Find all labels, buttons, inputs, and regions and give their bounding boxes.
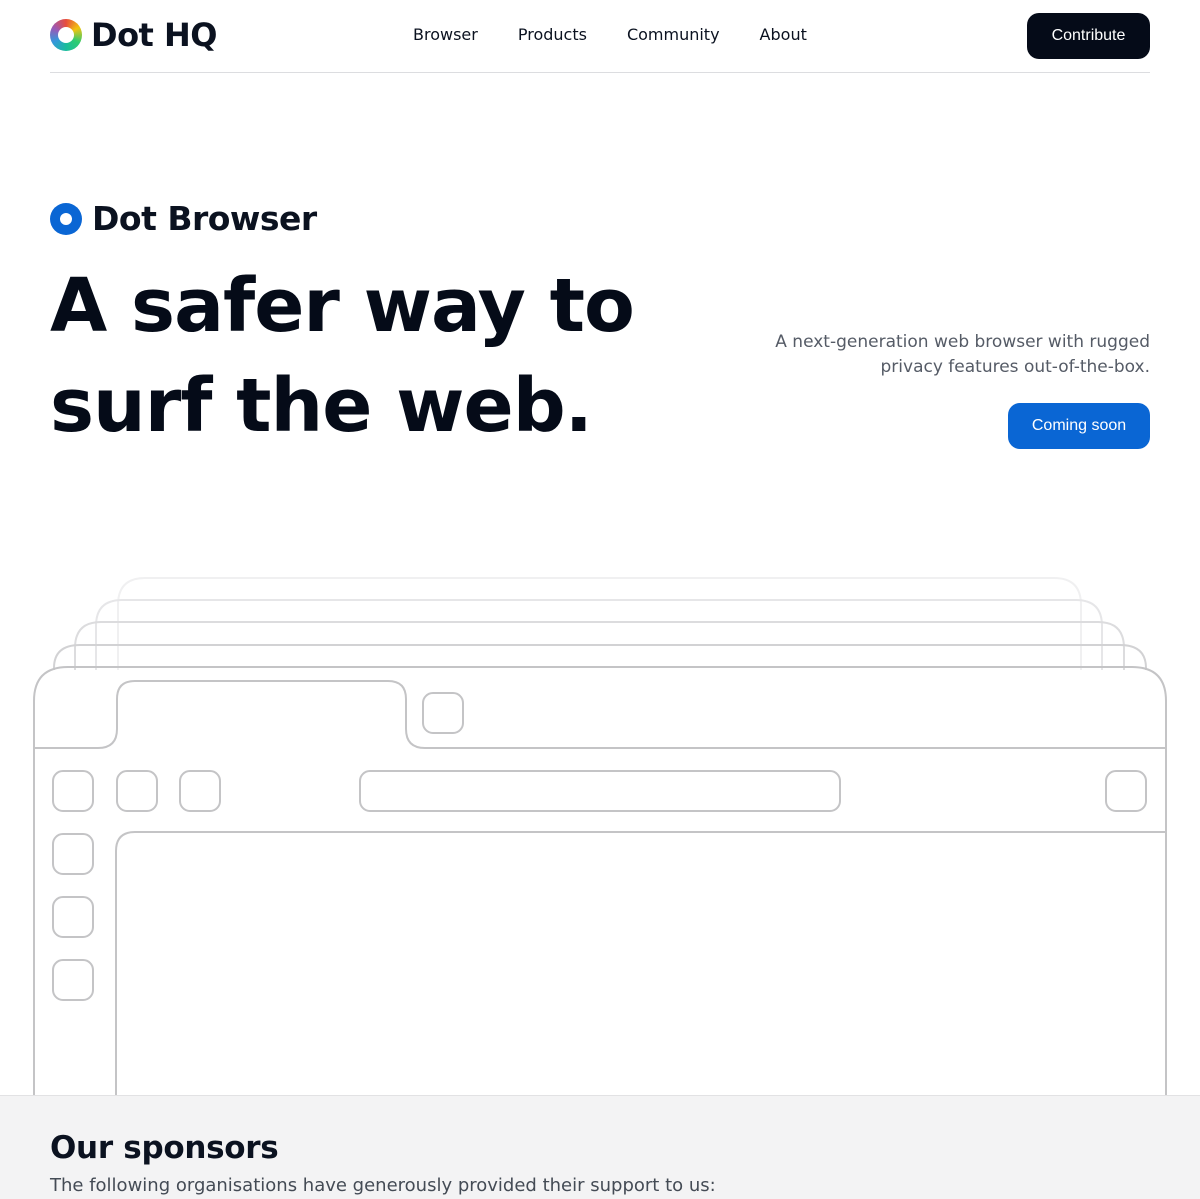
site-logo-text: Dot HQ <box>91 16 217 54</box>
dot-browser-logo-icon <box>50 202 82 235</box>
sponsors-subtitle: The following organisations have generou… <box>50 1175 716 1196</box>
site-header: Dot HQ Browser Products Community About … <box>50 0 1150 73</box>
site-logo[interactable]: Dot HQ <box>50 19 217 51</box>
hero-headline: A safer way to surf the web. <box>50 256 670 456</box>
nav-about-link[interactable]: About <box>760 24 807 46</box>
hero-headline-line2: surf the web. <box>50 363 593 449</box>
hero-tagline: A next-generation web browser with rugge… <box>775 332 1150 377</box>
hero-headline-line1: A safer way to <box>50 263 635 349</box>
product-name: Dot Browser <box>92 199 317 238</box>
browser-illustration <box>0 570 1200 1096</box>
contribute-button[interactable]: Contribute <box>1027 13 1150 59</box>
coming-soon-button[interactable]: Coming soon <box>1008 403 1150 449</box>
product-label: Dot Browser <box>50 199 317 238</box>
dot-hq-logo-icon <box>50 19 82 51</box>
sponsors-title: Our sponsors <box>50 1130 279 1166</box>
nav-products-link[interactable]: Products <box>518 24 587 46</box>
browser-outline-graphic <box>33 577 1167 1096</box>
main-nav: Browser Products Community About <box>413 24 807 46</box>
nav-community-link[interactable]: Community <box>627 24 720 46</box>
sponsors-section: Our sponsors The following organisations… <box>0 1095 1200 1199</box>
nav-browser-link[interactable]: Browser <box>413 24 478 46</box>
